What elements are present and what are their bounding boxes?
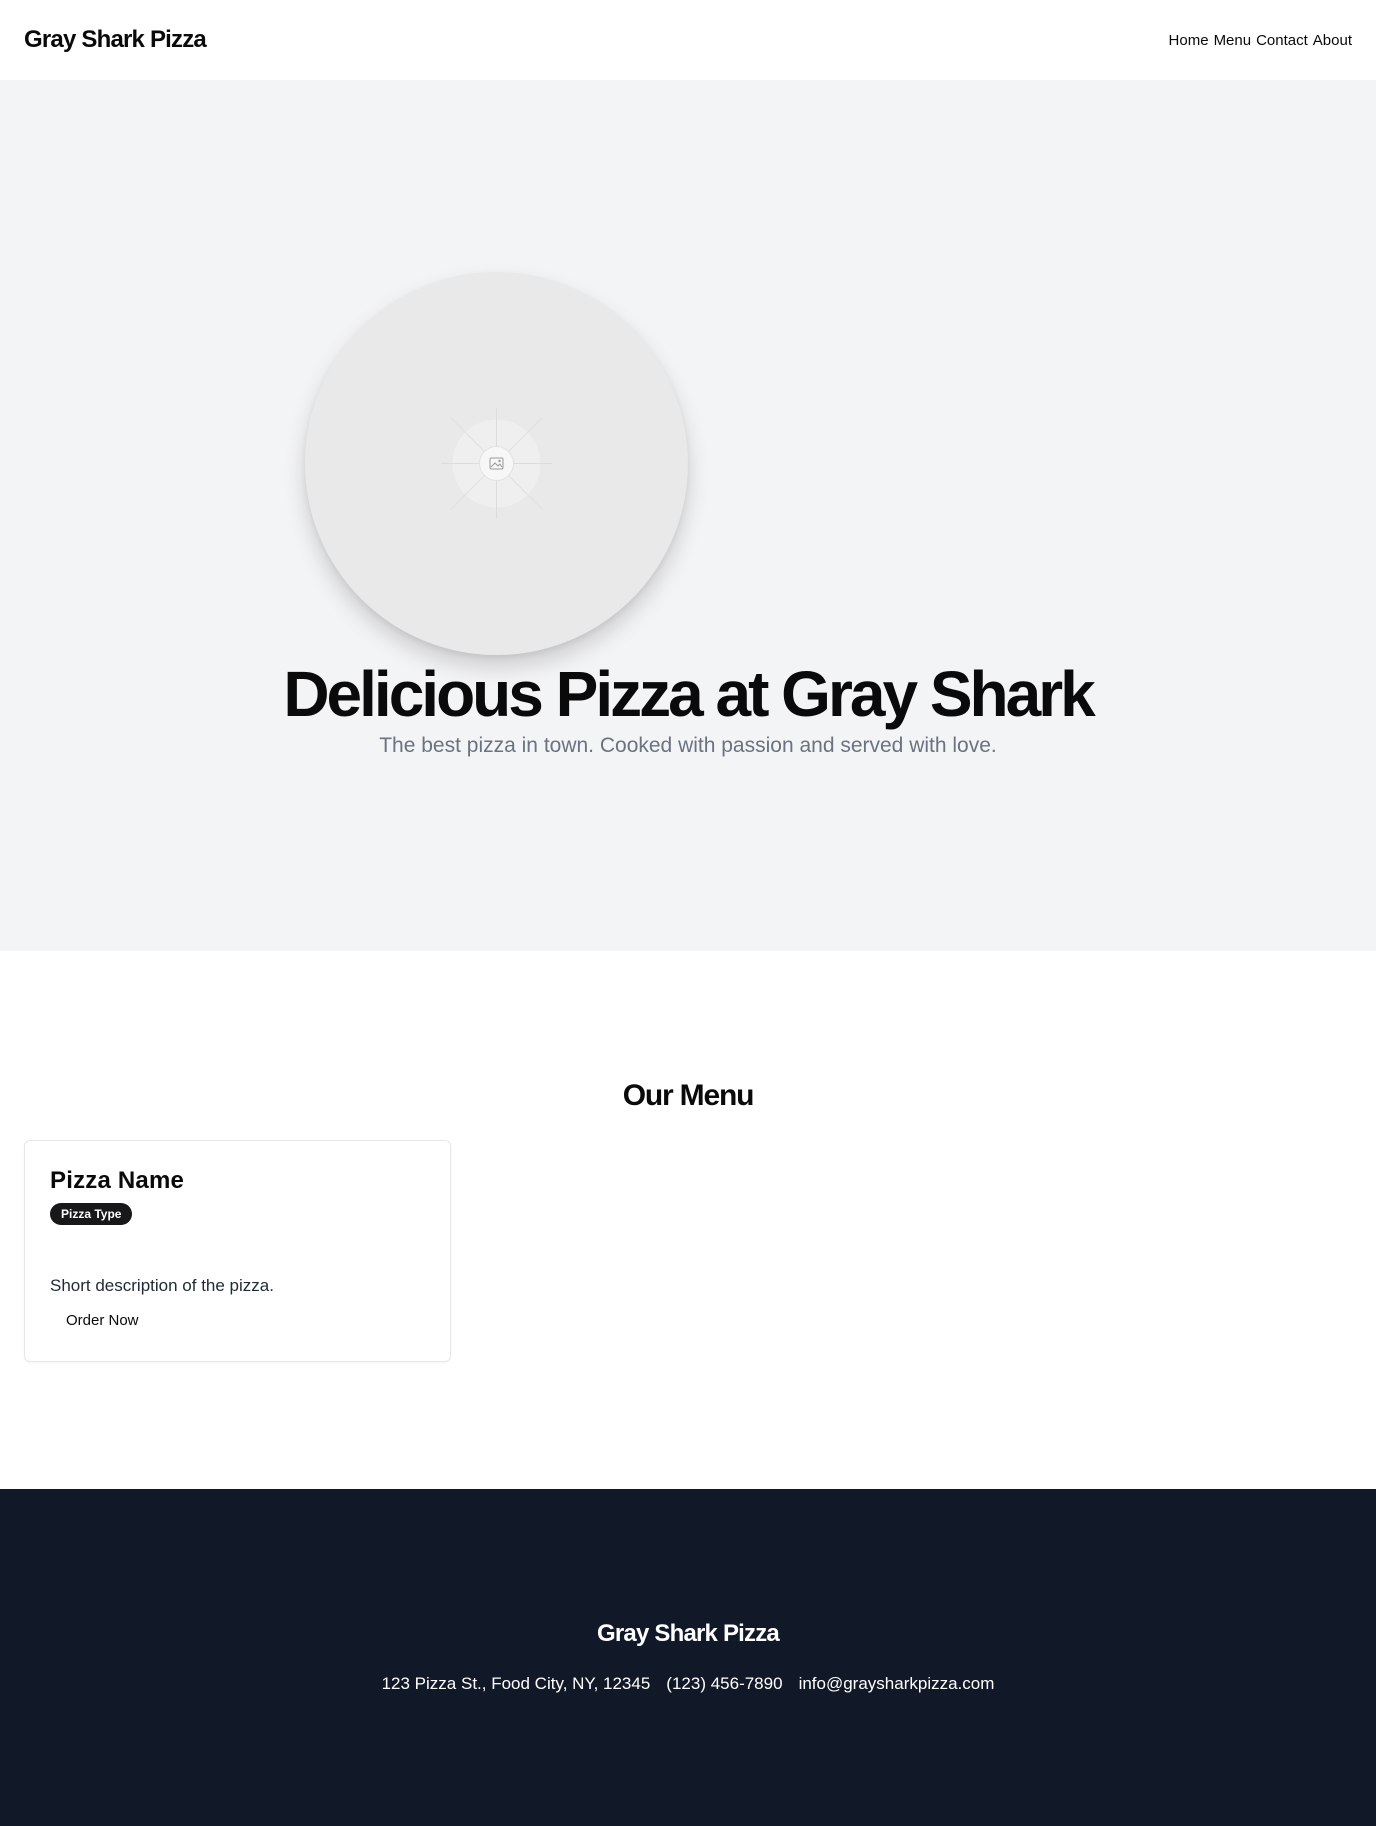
site-logo[interactable]: Gray Shark Pizza [24,26,207,54]
nav-link-contact[interactable]: Contact [1256,32,1308,49]
site-header: Gray Shark Pizza Home Menu Contact About [0,0,1376,80]
hero-section: Delicious Pizza at Gray Shark The best p… [0,80,1376,951]
nav-link-home[interactable]: Home [1169,32,1209,49]
pizza-name: Pizza Name [50,1167,185,1194]
footer-phone[interactable]: (123) 456-7890 [666,1674,782,1694]
hero-subtitle: The best pizza in town. Cooked with pass… [379,734,997,757]
footer-title: Gray Shark Pizza [597,1620,780,1647]
menu-section: Our Menu Pizza Name Pizza Type Short des… [0,951,1376,1489]
pizza-type-badge: Pizza Type [50,1203,133,1225]
nav-link-menu[interactable]: Menu [1214,32,1252,49]
main-nav: Home Menu Contact About [1169,32,1352,49]
site-footer: Gray Shark Pizza 123 Pizza St., Food Cit… [0,1489,1376,1826]
nav-link-about[interactable]: About [1313,32,1352,49]
footer-email[interactable]: info@graysharkpizza.com [799,1674,995,1694]
image-placeholder-icon [441,408,552,519]
order-now-button[interactable]: Order Now [50,1307,155,1333]
footer-contact: 123 Pizza St., Food City, NY, 12345 (123… [0,1674,1376,1694]
menu-title: Our Menu [622,1079,755,1112]
hero-pizza-image [305,272,688,655]
menu-item-card: Pizza Name Pizza Type Short description … [24,1140,451,1362]
footer-address: 123 Pizza St., Food City, NY, 12345 [381,1674,651,1693]
pizza-description: Short description of the pizza. [50,1276,274,1295]
hero-title: Delicious Pizza at Gray Shark [283,658,1095,730]
